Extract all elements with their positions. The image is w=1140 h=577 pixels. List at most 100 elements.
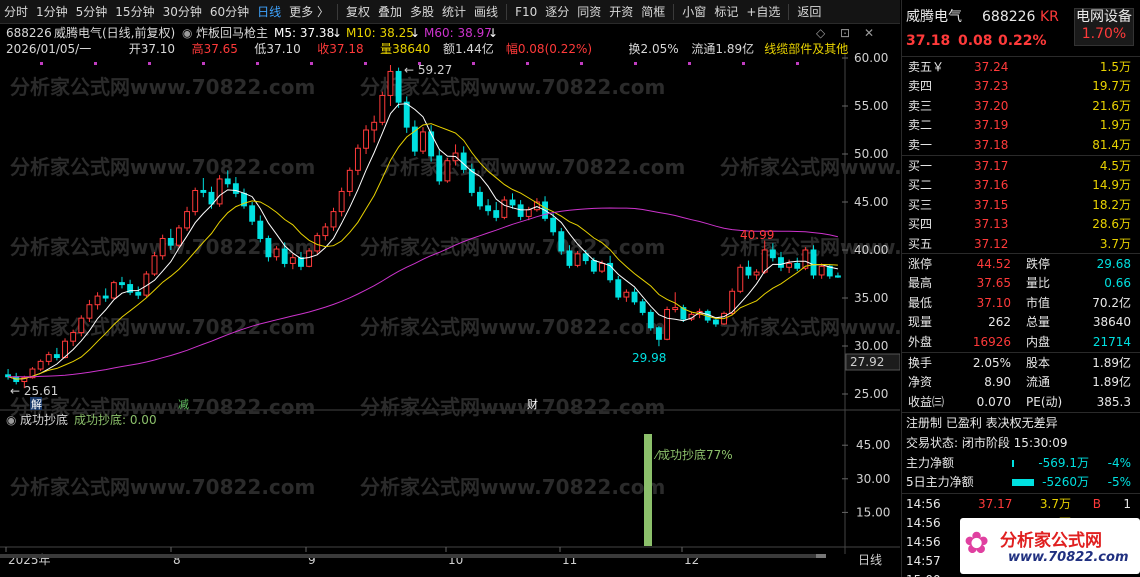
stat-label: 外盘: [908, 334, 933, 349]
toolbar-button-9[interactable]: 叠加: [374, 0, 406, 24]
event-marker: [148, 62, 151, 65]
candle-body: [249, 205, 256, 222]
bid-vol: 14.9万: [1092, 178, 1131, 193]
stat-row-3: 现量 262 总量 38640: [902, 313, 1140, 332]
candle-body: [656, 327, 662, 340]
toolbar-button-10[interactable]: 多股: [406, 0, 438, 24]
bid-label: 买一: [908, 159, 933, 173]
chart-area[interactable]: 分析家公式网www.70822.com 分析家公式网www.70822.com 分析…: [0, 24, 1025, 577]
toolbar-button-11[interactable]: 统计: [438, 0, 470, 24]
toolbar-button-2[interactable]: 5分钟: [72, 0, 112, 24]
tick-vol: 3.7万: [1039, 497, 1071, 511]
candle-body: [794, 262, 801, 269]
price-tick-label: 30.00: [854, 339, 888, 353]
candle-body: [477, 191, 483, 207]
candle-body: [574, 253, 581, 266]
toolbar-button-20[interactable]: +自选: [742, 0, 784, 24]
tick-time: 14:56: [906, 535, 941, 549]
flags-text: 注册制 已盈利 表决权无差异: [906, 416, 1058, 430]
toolbar-button-18[interactable]: 小窗: [678, 0, 710, 24]
ma60-label: M60: 38.97: [424, 26, 492, 40]
price-tick-label: 45.00: [854, 195, 888, 209]
candle-body: [786, 262, 793, 268]
toolbar-button-12[interactable]: 画线: [470, 0, 502, 24]
toolbar-separator: [788, 3, 790, 20]
stat-label2: 内盘: [1026, 334, 1051, 349]
ask-label: 卖三: [908, 98, 933, 113]
toolbar-button-16[interactable]: 开资: [605, 0, 637, 24]
stock-name: 威腾电气: [906, 9, 962, 25]
bid-row-2: 买三 37.15 18.2万: [902, 196, 1140, 215]
candle-body: [330, 211, 337, 228]
divider: [902, 155, 1140, 156]
flow-row-1: 5日主力净额 -5260万 -5%: [902, 473, 1140, 492]
toolbar-separator: [336, 3, 338, 20]
watermark-text: 分析家公式网www.70822.com: [720, 315, 900, 339]
candle-body: [257, 220, 264, 239]
toolbar-button-0[interactable]: 分时: [0, 0, 32, 24]
stat-row-1: 最高 37.65 量比 0.66: [902, 274, 1140, 293]
toolbar-button-1[interactable]: 1分钟: [32, 0, 72, 24]
divider: [902, 493, 1140, 494]
candle-body: [517, 204, 524, 217]
toolbar-button-14[interactable]: 逐分: [541, 0, 573, 24]
event-marker: [580, 62, 583, 65]
stat-value2: 70.2亿: [1092, 295, 1131, 310]
candle-body: [599, 262, 605, 272]
toolbar-button-7[interactable]: 更多 〉: [285, 0, 333, 24]
candle-body: [86, 304, 93, 319]
candle-body: [281, 248, 288, 264]
candle-body: [525, 209, 532, 217]
bid-label: 买三: [908, 197, 933, 212]
toolbar-button-15[interactable]: 同资: [573, 0, 605, 24]
flow-pct: -4%: [1107, 456, 1131, 470]
stat2-label2: PE(动): [1026, 394, 1063, 409]
toolbar-button-3[interactable]: 15分钟: [111, 0, 158, 24]
candle-body: [623, 291, 630, 298]
event-marker: [634, 62, 637, 65]
bid-label: 买五: [908, 236, 933, 251]
header-stat-5: 量38640: [380, 42, 430, 56]
stat-row-4: 外盘 16926 内盘 21714: [902, 333, 1140, 352]
header-stat-10: 线缆部件及其他: [764, 41, 848, 56]
toolbar-button-13[interactable]: F10: [511, 0, 541, 24]
candle-body: [216, 178, 223, 205]
toolbar-button-17[interactable]: 简框: [637, 0, 669, 24]
tick-time: 14:56: [906, 497, 941, 511]
bid-vol: 28.6万: [1092, 217, 1131, 232]
bid-row-3: 买四 37.13 28.6万: [902, 215, 1140, 234]
toolbar-button-19[interactable]: 标记: [710, 0, 742, 24]
watermark-text: 分析家公式网www.70822.com: [10, 75, 315, 99]
stat-value2: 0.66: [1104, 276, 1131, 291]
stat2-row-2: 收益㈢ 0.070 PE(动) 385.3: [902, 393, 1140, 412]
stat-row-2: 最低 37.10 市值 70.2亿: [902, 294, 1140, 313]
price-pct: 0.22%: [998, 33, 1047, 49]
ask-row-0: 卖五￥ 37.24 1.5万: [902, 58, 1140, 77]
ask-price: 37.19: [974, 118, 1009, 133]
stat2-value2: 1.89亿: [1092, 375, 1131, 390]
tick-time: 14:56: [906, 516, 941, 530]
toolbar-button-21[interactable]: 返回: [793, 0, 825, 24]
event-tag-jian: 减: [178, 398, 189, 411]
stat-row-0: 涨停 44.52 跌停 29.68: [902, 255, 1140, 274]
status-row: 交易状态: 闭市阶段 15:30:09: [902, 434, 1140, 453]
toolbar-button-4[interactable]: 30分钟: [159, 0, 206, 24]
bid-row-0: 买一 37.17 4.5万: [902, 157, 1140, 176]
toolbar-separator: [673, 3, 675, 20]
ask-price: 37.20: [974, 98, 1009, 113]
candle-body: [306, 250, 313, 267]
stat-value2: 38640: [1092, 315, 1131, 330]
stat-value: 37.10: [976, 295, 1011, 310]
site-logo: ✿ 分析家公式网 www.70822.com: [960, 518, 1140, 574]
bid-price: 37.12: [974, 236, 1009, 251]
toolbar-button-8[interactable]: 复权: [342, 0, 374, 24]
toolbar-button-6[interactable]: 日线: [253, 0, 285, 24]
candle-body: [159, 237, 166, 257]
candle-body: [615, 279, 622, 298]
toolbar-button-5[interactable]: 60分钟: [206, 0, 253, 24]
status-text: 交易状态: 闭市阶段 15:30:09: [906, 436, 1068, 450]
logo-text: 分析家公式网: [1000, 531, 1102, 551]
candle-body: [45, 354, 52, 362]
candle-body: [753, 271, 760, 276]
kline-chart[interactable]: 分析家公式网www.70822.com 分析家公式网www.70822.com 分析…: [0, 24, 1025, 577]
